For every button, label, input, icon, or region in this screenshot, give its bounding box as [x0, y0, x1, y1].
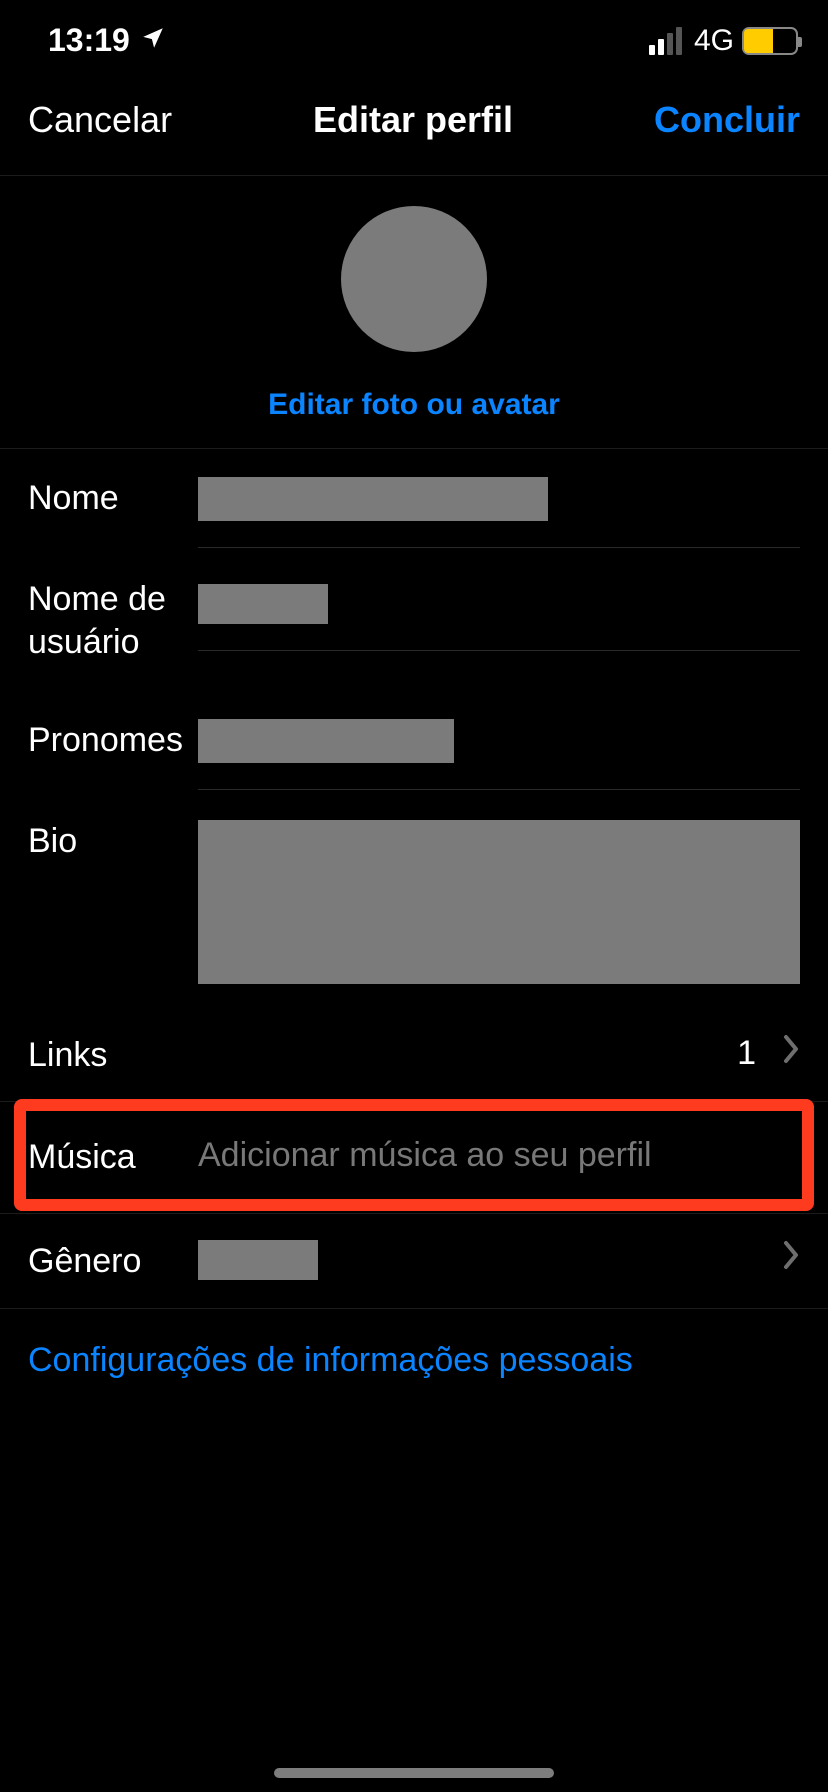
bio-value[interactable] — [198, 820, 800, 1010]
avatar-section: Editar foto ou avatar — [0, 176, 828, 449]
row-name[interactable]: Nome — [28, 449, 828, 550]
network-label: 4G — [694, 24, 734, 58]
row-music[interactable]: Música Adicionar música ao seu perfil — [0, 1102, 828, 1214]
avatar[interactable] — [341, 206, 487, 352]
location-icon — [140, 22, 166, 59]
bio-input[interactable] — [198, 820, 800, 984]
gender-input[interactable] — [198, 1240, 318, 1280]
status-bar: 13:19 4G — [0, 0, 828, 69]
bio-label: Bio — [28, 820, 198, 863]
links-label: Links — [28, 1034, 198, 1077]
username-input[interactable] — [198, 584, 328, 624]
name-input[interactable] — [198, 477, 548, 521]
username-value[interactable] — [198, 578, 800, 651]
row-username[interactable]: Nome de usuário — [28, 550, 828, 691]
nav-header: Cancelar Editar perfil Concluir — [0, 69, 828, 176]
edit-form: Nome Nome de usuário Pronomes Bio Links … — [0, 449, 828, 1309]
music-placeholder: Adicionar música ao seu perfil — [198, 1136, 652, 1175]
links-count: 1 — [737, 1034, 756, 1073]
music-value[interactable]: Adicionar música ao seu perfil — [198, 1136, 800, 1175]
chevron-right-icon — [782, 1034, 800, 1073]
battery-icon — [742, 27, 798, 55]
row-bio[interactable]: Bio — [28, 792, 828, 1012]
name-label: Nome — [28, 477, 198, 520]
home-indicator[interactable] — [274, 1768, 554, 1778]
personal-info-link[interactable]: Configurações de informações pessoais — [0, 1309, 828, 1412]
pronouns-value[interactable] — [198, 719, 800, 790]
signal-icon — [649, 27, 682, 55]
music-label: Música — [28, 1136, 198, 1179]
page-title: Editar perfil — [313, 99, 513, 141]
cancel-button[interactable]: Cancelar — [28, 99, 172, 141]
done-button[interactable]: Concluir — [654, 99, 800, 141]
row-pronouns[interactable]: Pronomes — [28, 691, 828, 792]
username-label: Nome de usuário — [28, 578, 198, 663]
chevron-right-icon — [782, 1240, 800, 1279]
name-value[interactable] — [198, 477, 800, 548]
links-value[interactable]: 1 — [198, 1034, 800, 1073]
gender-label: Gênero — [28, 1240, 198, 1283]
pronouns-label: Pronomes — [28, 719, 198, 762]
status-time: 13:19 — [48, 22, 130, 59]
status-right: 4G — [649, 24, 798, 58]
row-links[interactable]: Links 1 — [0, 1012, 828, 1102]
row-gender[interactable]: Gênero — [0, 1214, 828, 1310]
edit-avatar-button[interactable]: Editar foto ou avatar — [268, 388, 560, 422]
pronouns-input[interactable] — [198, 719, 454, 763]
gender-value[interactable] — [198, 1240, 800, 1280]
status-left: 13:19 — [48, 22, 166, 59]
